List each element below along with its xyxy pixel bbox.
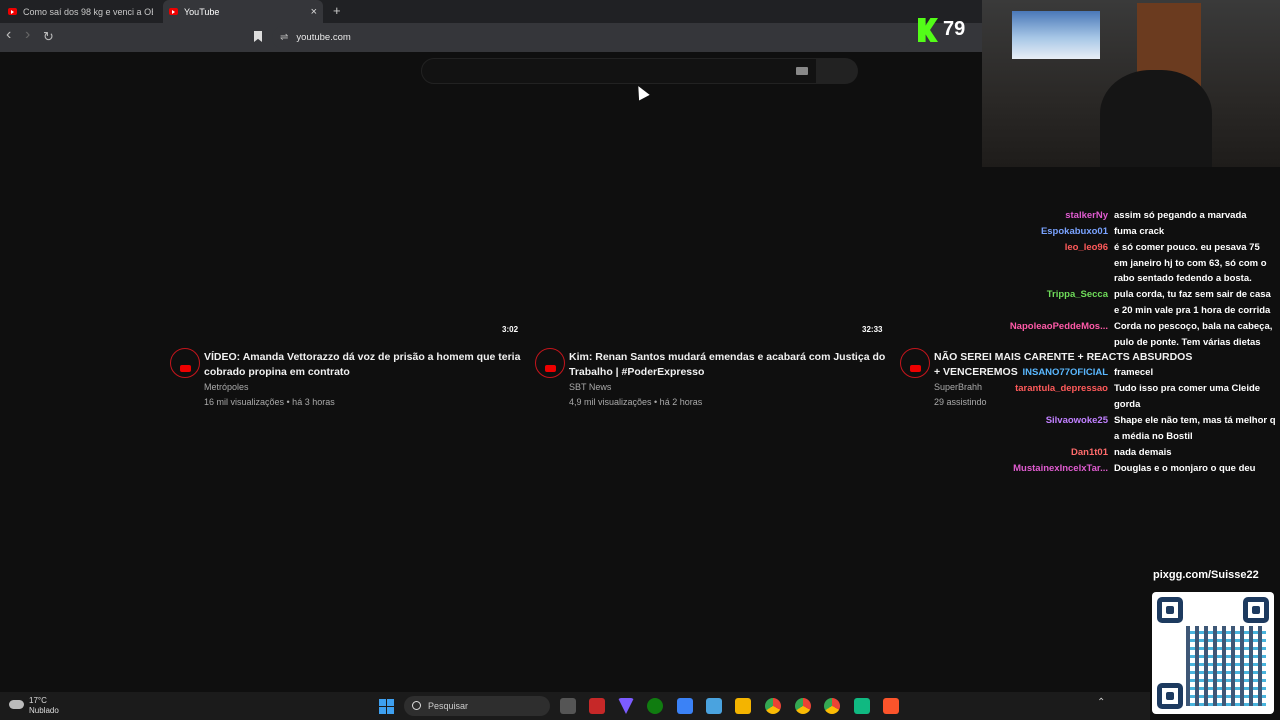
chrome-profile-icon[interactable] <box>795 698 811 714</box>
chat-text: Corda no pescoço, bala na cabeça, pulo d… <box>1114 321 1273 348</box>
forward-button[interactable]: › <box>25 26 30 44</box>
display-icon[interactable] <box>706 698 722 714</box>
folder-icon[interactable] <box>735 698 751 714</box>
video-title[interactable]: Kim: Renan Santos mudará emendas e acaba… <box>569 350 889 380</box>
site-info-icon[interactable]: ⇌ <box>280 32 288 43</box>
channel-name[interactable]: SuperBrahh <box>934 382 982 392</box>
taskbar-search[interactable]: Pesquisar <box>404 696 550 716</box>
viewer-count: 79 <box>943 18 966 40</box>
chat-username: Silvaowoke25 <box>1045 415 1108 426</box>
video-title[interactable]: VÍDEO: Amanda Vettorazzo dá voz de prisã… <box>204 350 524 380</box>
video-meta: 4,9 mil visualizações • há 2 horas <box>569 397 703 407</box>
chat-username: leo_leo96 <box>1064 242 1108 253</box>
chat-username: stalkerNy <box>1065 210 1108 221</box>
vpn-icon[interactable] <box>618 698 634 714</box>
tab-title: YouTube <box>184 6 220 17</box>
reload-button[interactable]: ↻ <box>43 29 54 45</box>
chrome-profile-icon[interactable] <box>824 698 840 714</box>
chat-username: Dan1t01 <box>1071 447 1108 458</box>
streamer <box>1100 70 1212 167</box>
channel-avatar[interactable] <box>170 348 200 378</box>
pix-label: pixgg.com/Suisse22 <box>1153 569 1259 581</box>
qr-finder <box>1157 597 1183 623</box>
url-text: youtube.com <box>296 32 351 43</box>
channel-avatar[interactable] <box>900 348 930 378</box>
chat-username: NapoleaoPeddeMos... <box>1009 321 1108 332</box>
chat-username: tarantula_depressao <box>1015 383 1108 394</box>
bookmark-icon[interactable] <box>254 31 262 42</box>
taskbar-search-placeholder: Pesquisar <box>428 701 469 711</box>
chat-text: Shape ele não tem, mas tá melhor q a méd… <box>1114 415 1276 442</box>
video-duration: 32:33 <box>862 325 883 334</box>
windows-taskbar: 17°C Nublado Pesquisar ⌃ <box>0 692 1150 720</box>
tab-obesidade[interactable]: Como saí dos 98 kg e venci a OBESID <box>2 0 160 23</box>
tab-title: Como saí dos 98 kg e venci a OBESID <box>23 6 153 17</box>
keyboard-icon[interactable] <box>796 67 808 75</box>
chat-username: INSANO77OFICIAL <box>1022 367 1108 378</box>
chat-text: Douglas e o monjaro o que deu <box>1114 463 1256 474</box>
close-tab-icon[interactable]: × <box>311 6 317 18</box>
weather-description[interactable]: Nublado <box>29 706 59 715</box>
qr-pattern <box>1186 626 1266 706</box>
video-meta: 29 assistindo <box>934 397 987 407</box>
app-green-icon[interactable] <box>854 698 870 714</box>
address-bar[interactable]: ⇌ youtube.com <box>272 26 912 49</box>
pix-qr-code <box>1152 592 1274 714</box>
browser-toolbar: ‹ › ↻ ⇌ youtube.com <box>0 23 982 52</box>
new-tab-button[interactable]: + <box>333 3 341 18</box>
chat-username: MustainexIncelxTar... <box>1013 463 1108 474</box>
tab-youtube[interactable]: YouTube × <box>163 0 323 23</box>
search-button[interactable] <box>817 58 858 84</box>
mouse-cursor-icon <box>633 83 650 101</box>
qr-finder <box>1243 597 1269 623</box>
chat-text: assim só pegando a marvada <box>1114 210 1247 221</box>
qr-finder <box>1157 683 1183 709</box>
youtube-favicon-icon <box>8 8 17 15</box>
youtube-favicon-icon <box>169 8 178 15</box>
chat-text: fuma crack <box>1114 226 1165 237</box>
back-button[interactable]: ‹ <box>6 26 11 44</box>
tray-chevron-icon[interactable]: ⌃ <box>1097 697 1105 708</box>
video-duration: 3:02 <box>502 325 519 334</box>
search-input[interactable] <box>421 58 817 84</box>
chat-text: nada demais <box>1114 447 1172 458</box>
app-red-icon[interactable] <box>589 698 605 714</box>
video-meta: 16 mil visualizações • há 3 horas <box>204 397 335 407</box>
xbox-icon[interactable] <box>647 698 663 714</box>
windows-start-icon[interactable] <box>379 699 394 714</box>
notes-icon[interactable] <box>677 698 693 714</box>
channel-name[interactable]: SBT News <box>569 382 611 392</box>
search-icon <box>412 701 421 710</box>
webcam-feed <box>982 0 1280 167</box>
chrome-icon[interactable] <box>765 698 781 714</box>
chat-text: pula corda, tu faz sem sair de casa e 20… <box>1114 289 1271 316</box>
channel-name[interactable]: Metrópoles <box>204 382 249 392</box>
browser-tab-bar: Como saí dos 98 kg e venci a OBESID YouT… <box>0 0 982 23</box>
chat-text: é só comer pouco. eu pesava 75 em janeir… <box>1114 242 1267 284</box>
chat-username: Trippa_Secca <box>1046 289 1108 300</box>
channel-avatar[interactable] <box>535 348 565 378</box>
cloud-icon[interactable] <box>9 700 24 709</box>
weather-temperature[interactable]: 17°C <box>29 696 47 705</box>
task-view-icon[interactable] <box>560 698 576 714</box>
chat-text: framecel <box>1114 367 1154 378</box>
brave-icon[interactable] <box>883 698 899 714</box>
chat-text: Tudo isso pra comer uma Cleide gorda <box>1114 383 1261 410</box>
chat-username: Espokabuxo01 <box>1040 226 1108 237</box>
wall-painting <box>1012 11 1100 59</box>
